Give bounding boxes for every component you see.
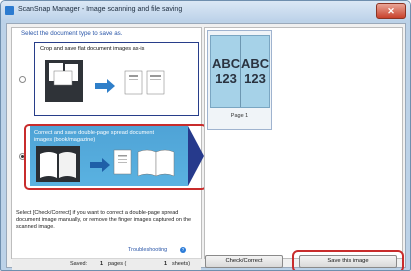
panel-header: Select the document type to save as. <box>12 28 201 39</box>
scansnap-app-icon <box>5 6 14 15</box>
page-label: Page 1 <box>230 113 249 119</box>
saved-status-bar: Saved: 1 pages ( 1 sheets) <box>12 258 201 270</box>
saved-sheets-count: 1 <box>164 261 168 267</box>
radio-crop-flat[interactable] <box>19 76 26 83</box>
panel-header-label: Select the document type to save as. <box>21 30 123 37</box>
close-button[interactable]: ✕ <box>376 3 406 19</box>
saved-pages-count: 1 <box>100 261 104 267</box>
highlight-ring-save <box>292 250 404 270</box>
saved-label: Saved: <box>70 261 88 267</box>
troubleshooting-link[interactable]: Troubleshooting <box>128 247 167 253</box>
thumbnail-image: ABC 123 ABC 123 <box>210 35 270 108</box>
highlight-ring-option <box>24 124 207 190</box>
crop-flat-illustration <box>45 60 165 102</box>
document-type-panel: Select the document type to save as. Cro… <box>11 27 207 270</box>
page-thumbnail[interactable]: ABC 123 ABC 123 Page 1 <box>207 30 272 130</box>
window-title: ScanSnap Manager - Image scanning and fi… <box>18 6 183 13</box>
thumbnail-text-left: ABC 123 <box>212 56 241 86</box>
preview-panel: ABC 123 ABC 123 Page 1 <box>204 27 403 259</box>
saved-sheets-unit: sheets) <box>172 261 191 267</box>
saved-pages-unit: pages ( <box>108 261 127 267</box>
client-area: Select the document type to save as. Cro… <box>6 23 406 270</box>
title-bar: ScanSnap Manager - Image scanning and fi… <box>1 1 410 20</box>
check-correct-button[interactable]: Check/Correct <box>205 255 283 268</box>
option-description: Select [Check/Correct] if you want to co… <box>16 210 192 230</box>
app-window: ScanSnap Manager - Image scanning and fi… <box>0 0 411 271</box>
help-icon[interactable]: ? <box>180 247 186 253</box>
thumbnail-text-right: ABC 123 <box>241 56 270 86</box>
option-crop-flat[interactable]: Crop and save flat document images as-is <box>34 42 199 116</box>
